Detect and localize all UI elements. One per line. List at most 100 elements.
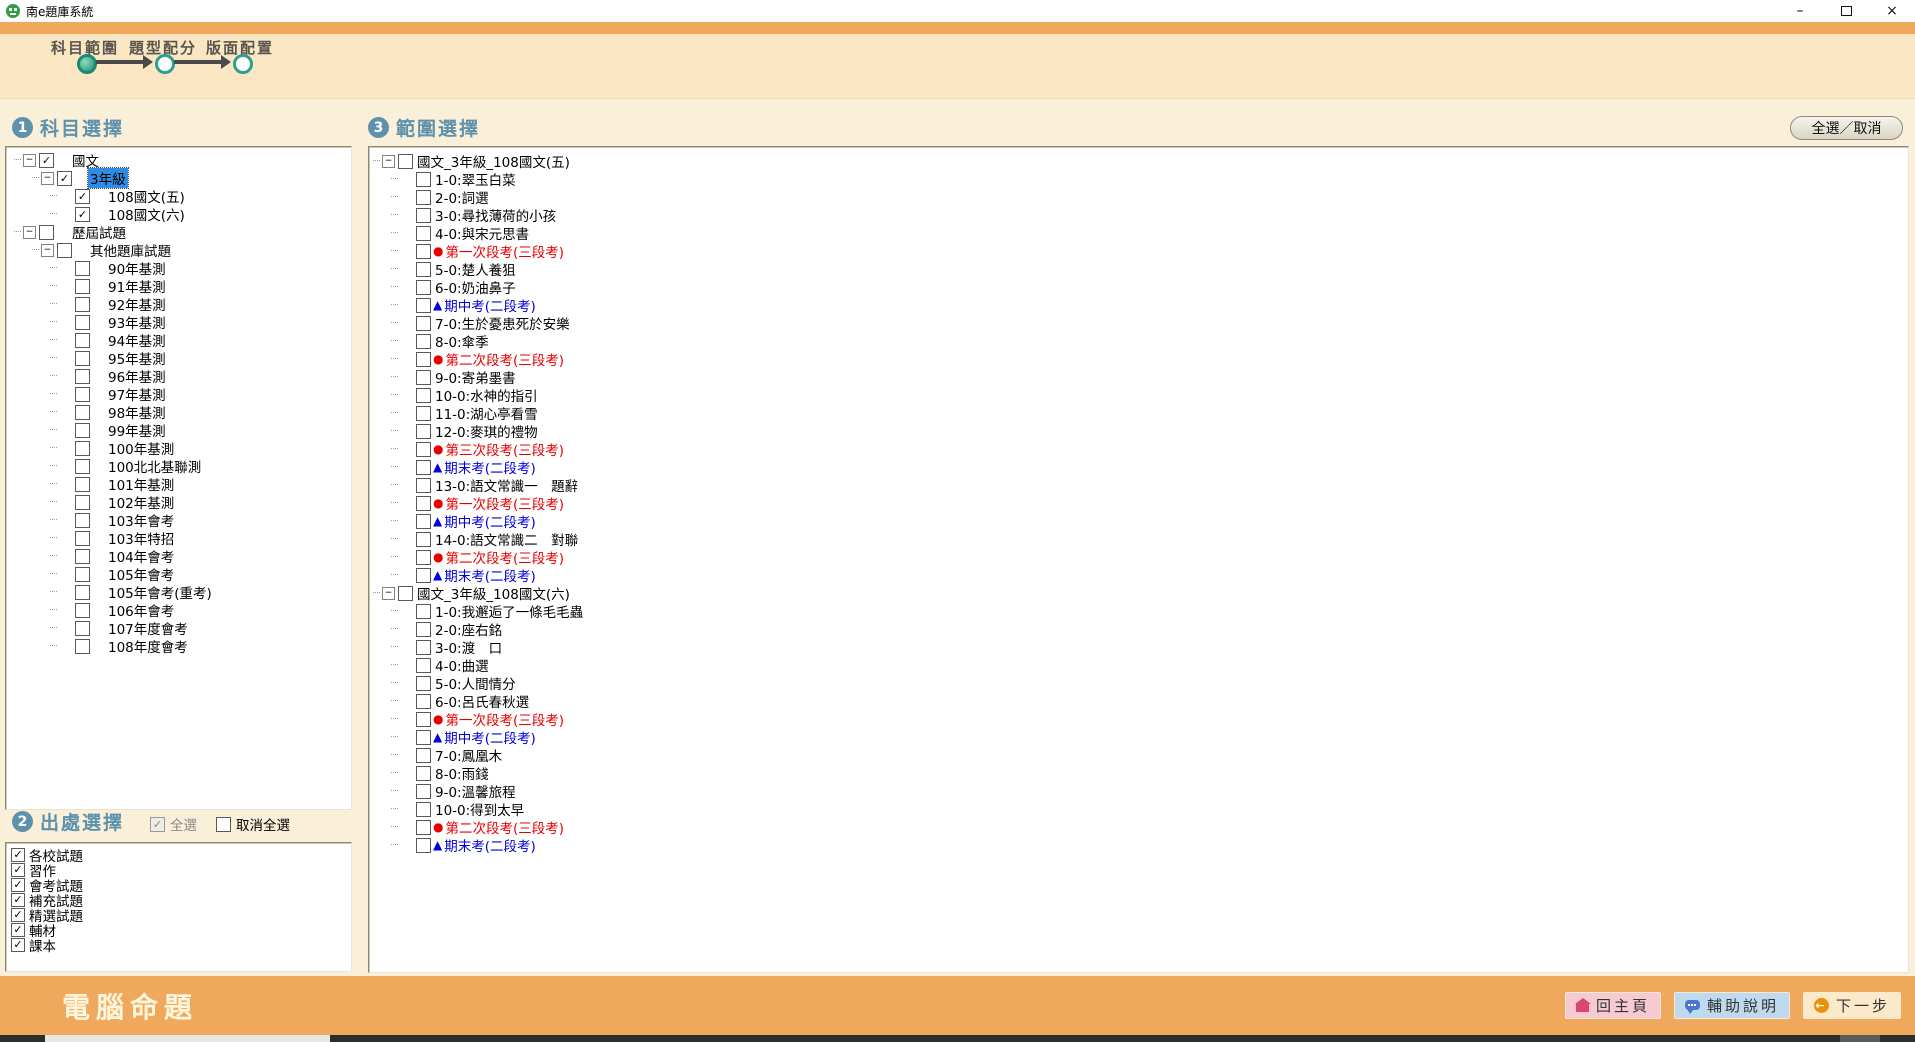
tree-checkbox[interactable]: [57, 243, 72, 258]
tree-item-label[interactable]: 第三次段考(三段考): [443, 439, 566, 459]
step-circle-3[interactable]: [233, 54, 253, 74]
tree-item-label[interactable]: 3年級: [88, 168, 128, 188]
tree-checkbox[interactable]: [416, 838, 431, 853]
select-all-toggle-button[interactable]: 全選／取消: [1790, 116, 1903, 140]
tree-checkbox[interactable]: [75, 639, 90, 654]
tree-item-label[interactable]: 8-0:傘季: [433, 331, 491, 351]
tree-checkbox[interactable]: [416, 406, 431, 421]
tree-item-label[interactable]: 第一次段考(三段考): [443, 493, 566, 513]
tree-checkbox[interactable]: [416, 280, 431, 295]
tree-item-label[interactable]: 103年會考: [106, 510, 176, 530]
tree-checkbox[interactable]: [75, 549, 90, 564]
tree-item-label[interactable]: 14-0:語文常識二 對聯: [433, 529, 580, 549]
tree-checkbox[interactable]: [39, 225, 54, 240]
tree-checkbox[interactable]: ✓: [39, 153, 54, 168]
tree-item-label[interactable]: 93年基測: [106, 312, 168, 332]
tree-item-label[interactable]: 期末考(二段考): [442, 457, 538, 477]
tree-item-label[interactable]: 期中考(二段考): [442, 511, 538, 531]
tree-item-label[interactable]: 2-0:詞選: [433, 187, 491, 207]
tree-checkbox[interactable]: [416, 370, 431, 385]
tree-checkbox[interactable]: [416, 730, 431, 745]
tree-item-label[interactable]: 91年基測: [106, 276, 168, 296]
tree-checkbox[interactable]: [416, 766, 431, 781]
tree-checkbox[interactable]: [75, 333, 90, 348]
tree-item-label[interactable]: 10-0:水神的指引: [433, 385, 540, 405]
tree-checkbox[interactable]: [416, 820, 431, 835]
tree-item-label[interactable]: 103年特招: [106, 528, 176, 548]
tree-checkbox[interactable]: [416, 694, 431, 709]
tree-item-label[interactable]: 99年基測: [106, 420, 168, 440]
tree-checkbox[interactable]: [416, 262, 431, 277]
tree-checkbox[interactable]: [416, 478, 431, 493]
tree-checkbox[interactable]: [416, 712, 431, 727]
tree-checkbox[interactable]: [416, 514, 431, 529]
tree-item-label[interactable]: 92年基測: [106, 294, 168, 314]
tree-checkbox[interactable]: [398, 586, 413, 601]
tree-checkbox[interactable]: [75, 351, 90, 366]
deselect-all-checkbox[interactable]: [216, 817, 231, 832]
tree-item-label[interactable]: 期中考(二段考): [442, 295, 538, 315]
tree-item-label[interactable]: 108國文(五): [106, 186, 187, 206]
tree-item-label[interactable]: 100北北基聯測: [106, 456, 203, 476]
tree-item-label[interactable]: 國文_3年級_108國文(六): [415, 583, 572, 603]
source-item-checkbox[interactable]: ✓: [11, 878, 25, 892]
select-all-checkbox[interactable]: ✓: [150, 817, 165, 832]
expander-minus-icon[interactable]: −: [23, 154, 36, 167]
tree-item-label[interactable]: 6-0:呂氏春秋選: [433, 691, 531, 711]
tree-item-label[interactable]: 3-0:渡 口: [433, 637, 504, 657]
help-button[interactable]: 輔助說明: [1674, 992, 1790, 1019]
tree-item-label[interactable]: 106年會考: [106, 600, 176, 620]
tree-checkbox[interactable]: [416, 784, 431, 799]
tree-item-label[interactable]: 100年基測: [106, 438, 176, 458]
tree-item-label[interactable]: 3-0:尋找薄荷的小孩: [433, 205, 558, 225]
tree-item-label[interactable]: 2-0:座右銘: [433, 619, 504, 639]
tree-item-label[interactable]: 1-0:翠玉白菜: [433, 169, 518, 189]
tree-item-label[interactable]: 7-0:鳳凰木: [433, 745, 504, 765]
tree-checkbox[interactable]: [75, 531, 90, 546]
tree-item-label[interactable]: 5-0:人間情分: [433, 673, 518, 693]
tree-item-label[interactable]: 第二次段考(三段考): [443, 547, 566, 567]
source-item-checkbox[interactable]: ✓: [11, 848, 25, 862]
tree-item-label[interactable]: 歷屆試題: [70, 222, 128, 242]
tree-checkbox[interactable]: [75, 585, 90, 600]
tree-item-label[interactable]: 96年基測: [106, 366, 168, 386]
tree-item-label[interactable]: 第一次段考(三段考): [443, 241, 566, 261]
tree-checkbox[interactable]: [416, 550, 431, 565]
tree-checkbox[interactable]: [416, 334, 431, 349]
expander-minus-icon[interactable]: −: [382, 155, 395, 168]
tree-checkbox[interactable]: [416, 676, 431, 691]
tree-item-label[interactable]: 5-0:楚人養狙: [433, 259, 518, 279]
restore-button[interactable]: [1823, 0, 1869, 22]
tree-item-label[interactable]: 102年基測: [106, 492, 176, 512]
tree-item-label[interactable]: 105年會考(重考): [106, 582, 214, 602]
tree-item-label[interactable]: 94年基測: [106, 330, 168, 350]
tree-checkbox[interactable]: [416, 496, 431, 511]
tree-checkbox[interactable]: [416, 388, 431, 403]
tree-item-label[interactable]: 1-0:我邂逅了一條毛毛蟲: [433, 601, 585, 621]
close-button[interactable]: ×: [1869, 0, 1915, 22]
tree-checkbox[interactable]: [416, 532, 431, 547]
source-item-label[interactable]: 課本: [29, 935, 56, 955]
tree-item-label[interactable]: 108國文(六): [106, 204, 187, 224]
tree-item-label[interactable]: 101年基測: [106, 474, 176, 494]
tree-item-label[interactable]: 其他題庫試題: [88, 240, 173, 260]
tree-checkbox[interactable]: [416, 802, 431, 817]
tree-item-label[interactable]: 98年基測: [106, 402, 168, 422]
tree-item-label[interactable]: 第一次段考(三段考): [443, 709, 566, 729]
home-button[interactable]: 回主頁: [1565, 992, 1661, 1019]
tree-item-label[interactable]: 第二次段考(三段考): [443, 817, 566, 837]
tree-checkbox[interactable]: [75, 477, 90, 492]
tree-checkbox[interactable]: [75, 261, 90, 276]
tree-item-label[interactable]: 13-0:語文常識一 題辭: [433, 475, 580, 495]
tree-item-label[interactable]: 107年度會考: [106, 618, 190, 638]
tree-checkbox[interactable]: [416, 622, 431, 637]
minimize-button[interactable]: –: [1777, 0, 1823, 22]
tree-item-label[interactable]: 9-0:溫馨旅程: [433, 781, 518, 801]
tree-checkbox[interactable]: [75, 279, 90, 294]
tree-item-label[interactable]: 10-0:得到太早: [433, 799, 526, 819]
tree-checkbox[interactable]: [416, 172, 431, 187]
tree-checkbox[interactable]: [416, 208, 431, 223]
tree-item-label[interactable]: 90年基測: [106, 258, 168, 278]
tree-item-label[interactable]: 4-0:與宋元思書: [433, 223, 531, 243]
tree-checkbox[interactable]: [75, 297, 90, 312]
